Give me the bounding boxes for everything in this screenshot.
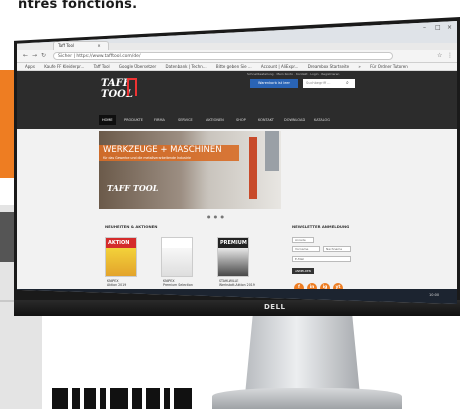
- close-window-icon[interactable]: ×: [447, 24, 452, 31]
- bookmarks-bar: Apps Kaufe FF Kleiderpr... Taff Tool Goo…: [17, 63, 457, 71]
- drill-press-image: [265, 131, 279, 171]
- tab-close-icon[interactable]: ×: [97, 43, 100, 48]
- tab-title: Taff Tool: [58, 43, 75, 48]
- promo-card[interactable]: [161, 237, 193, 277]
- promo-caption: STAHLWILLE Werkstatt-Aktion 2019: [219, 279, 255, 287]
- nav-item[interactable]: SERVICE: [175, 115, 196, 125]
- bookmark-item[interactable]: Apps: [25, 64, 35, 69]
- nav-item[interactable]: AKTIONEN: [203, 115, 227, 125]
- maximize-icon[interactable]: □: [435, 24, 441, 31]
- promo-band: AKTION: [106, 238, 136, 248]
- bookmark-item[interactable]: Dreambox Startseite: [308, 64, 349, 69]
- newsletter-title: NEWSLETTER ANMELDUNG: [292, 224, 350, 229]
- promo-band: [162, 238, 192, 248]
- bookmark-item[interactable]: Kaufe FF Kleiderpr...: [44, 64, 84, 69]
- carousel-dots[interactable]: ● ● ●: [207, 214, 225, 219]
- top-link[interactable]: Schnellbestellung: [247, 72, 274, 76]
- promo-image: [218, 248, 248, 276]
- top-link[interactable]: Login: [310, 72, 318, 76]
- email-field[interactable]: E-Mail: [292, 256, 351, 262]
- monitor-screen: Taff Tool × – □ × ← → ↻ Sicher | https:/…: [17, 21, 457, 304]
- promo-card[interactable]: AKTION: [105, 237, 137, 277]
- top-link[interactable]: Registrieren: [321, 72, 339, 76]
- main-nav: HOME PRODUKTE FIRMA SERVICE AKTIONEN SHO…: [99, 115, 379, 125]
- drill-image: [249, 137, 257, 199]
- top-link[interactable]: Mein Konto: [276, 72, 293, 76]
- site-logo[interactable]: TAFF TOOL: [101, 78, 157, 100]
- bookmark-item[interactable]: Bitte geben Sie ...: [216, 64, 252, 69]
- bookmark-item[interactable]: Taff Tool: [94, 64, 110, 69]
- monitor-chin: [14, 300, 460, 316]
- promo-caption: KNIPEX Premium Selection: [163, 279, 193, 287]
- photo-stage: ntres fonctions. DELL Taff Tool × – □ × …: [0, 0, 465, 409]
- hero-logo: TAFF TOOL: [107, 183, 159, 193]
- url-input[interactable]: Sicher | https://www.tafftool.com/de/: [53, 52, 393, 60]
- page-body: WERKZEUGE + MASCHINEN für das Gewerbe un…: [17, 129, 457, 293]
- bookmark-item[interactable]: Account | AliExpr...: [261, 64, 299, 69]
- qr-code-fragment: [52, 388, 202, 409]
- back-icon[interactable]: ←: [23, 52, 28, 59]
- promo-caption-name: Premium Selection: [163, 283, 193, 287]
- promo-card[interactable]: PREMIUM: [217, 237, 249, 277]
- minimize-icon[interactable]: –: [423, 24, 426, 31]
- promo-image: [162, 248, 192, 276]
- top-link[interactable]: Kontakt: [296, 72, 307, 76]
- bookmark-item[interactable]: Datenbank | Techn...: [165, 64, 206, 69]
- promo-caption-name: Aktion 2019: [107, 283, 127, 287]
- page-headline: ntres fonctions.: [18, 0, 138, 12]
- cart-button[interactable]: Warenkorb ist leer: [250, 79, 298, 88]
- background-tab: [0, 212, 16, 262]
- promo-band: PREMIUM: [218, 238, 248, 248]
- nav-item[interactable]: PRODUKTE: [121, 115, 146, 125]
- top-links: Schnellbestellung · Mein Konto · Kontakt…: [247, 72, 340, 76]
- promo-caption-name: Werkstatt-Aktion 2019: [219, 283, 255, 287]
- nav-item[interactable]: KONTAKT: [255, 115, 277, 125]
- nav-item[interactable]: KATALOG: [311, 115, 333, 125]
- bookmark-item[interactable]: Für Ordner Tutoren: [370, 64, 408, 69]
- menu-icon[interactable]: ⋮: [447, 52, 453, 59]
- hero-subtitle: für das Gewerbe und die metallverarbeite…: [103, 156, 192, 160]
- promo-caption: KNIPEX Aktion 2019: [107, 279, 126, 287]
- nav-item[interactable]: SHOP: [233, 115, 249, 125]
- salutation-select[interactable]: Anrede: [292, 237, 314, 243]
- star-icon[interactable]: ☆: [437, 52, 442, 59]
- browser-tab[interactable]: Taff Tool ×: [53, 41, 109, 50]
- address-bar-row: ← → ↻ Sicher | https://www.tafftool.com/…: [17, 50, 457, 63]
- hero-title: WERKZEUGE + MASCHINEN: [103, 145, 222, 155]
- promo-image: [106, 248, 136, 276]
- search-icon[interactable]: ⌕: [346, 80, 349, 86]
- reload-icon[interactable]: ↻: [41, 52, 46, 59]
- monitor-base: [212, 388, 402, 409]
- subscribe-button[interactable]: ANMELDEN: [292, 268, 314, 274]
- hero-banner[interactable]: WERKZEUGE + MASCHINEN für das Gewerbe un…: [99, 131, 281, 209]
- bookmark-item[interactable]: Google Übersetzer: [119, 64, 156, 69]
- monitor-brand-logo: DELL: [264, 303, 286, 311]
- nav-item-home[interactable]: HOME: [99, 115, 116, 125]
- logo-mark-icon: [127, 78, 137, 96]
- promos-title: NEUHEITEN & AKTIONEN: [105, 224, 158, 229]
- nav-item[interactable]: FIRMA: [151, 115, 168, 125]
- forward-icon[interactable]: →: [32, 52, 37, 59]
- firstname-field[interactable]: Vorname: [292, 246, 320, 252]
- lastname-field[interactable]: Nachname: [323, 246, 351, 252]
- site-header: Schnellbestellung · Mein Konto · Kontakt…: [17, 71, 457, 129]
- nav-item[interactable]: DOWNLOAD: [281, 115, 308, 125]
- taskbar-clock: 10:00: [429, 293, 440, 297]
- bookmark-overflow[interactable]: »: [358, 64, 360, 69]
